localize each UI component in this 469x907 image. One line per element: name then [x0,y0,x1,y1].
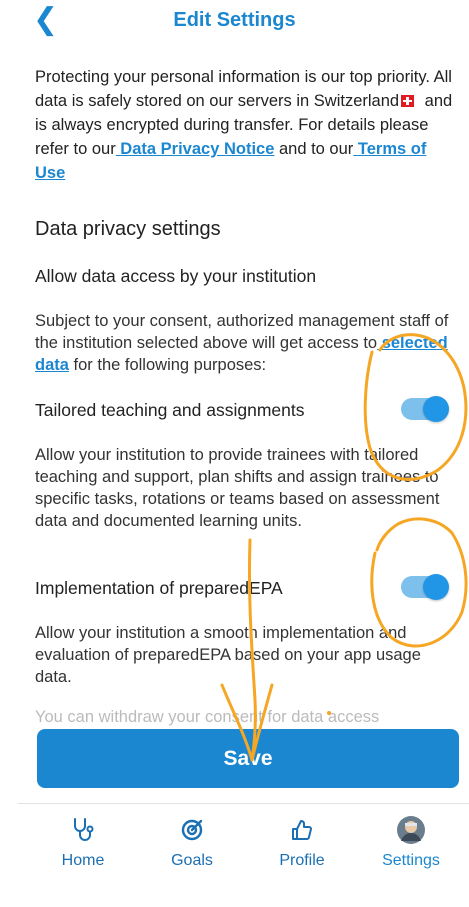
swiss-flag-icon [401,95,415,107]
tailored-teaching-heading: Tailored teaching and assignments [35,400,305,420]
header: ❮ Edit Settings [0,0,469,44]
implementation-toggle[interactable] [401,574,449,600]
page-title: Edit Settings [173,9,296,31]
toggle-knob [423,396,449,422]
tab-profile[interactable]: Profile [257,812,347,870]
implementation-description: Allow your institution a smooth implemen… [35,624,421,686]
tailored-teaching-description: Allow your institution to provide traine… [35,446,440,530]
consent-paragraph: Subject to your consent, authorized mana… [35,310,455,376]
toggle-knob [423,574,449,600]
save-button[interactable]: Save [37,729,459,788]
consent-text-2: for the following purposes: [68,356,267,374]
thumbs-up-icon [257,812,347,848]
tab-home[interactable]: Home [38,812,128,870]
stethoscope-icon [38,812,128,848]
tab-bar-divider [18,803,469,804]
avatar-icon [366,812,456,848]
intro-paragraph: Protecting your personal information is … [35,65,455,185]
data-privacy-heading: Data privacy settings [35,218,221,240]
bottom-tab-bar: Home Goals Profile Settings [0,812,469,882]
tab-goals-label: Goals [171,852,213,869]
tab-home-label: Home [61,852,105,869]
tab-goals[interactable]: Goals [147,812,237,870]
intro-text-3: and to our [274,140,354,158]
withdraw-consent-text: You can withdraw your consent for data a… [35,708,380,726]
tab-settings[interactable]: Settings [366,812,456,870]
intro-text-1: Protecting your personal information is … [35,68,452,110]
target-icon [147,812,237,848]
data-privacy-notice-link[interactable]: Data Privacy Notice [116,140,274,158]
implementation-heading: Implementation of preparedEPA [35,578,283,598]
allow-access-heading: Allow data access by your institution [35,266,317,286]
tab-profile-label: Profile [279,852,325,869]
tab-settings-label: Settings [382,852,440,869]
tailored-teaching-toggle[interactable] [401,396,449,422]
